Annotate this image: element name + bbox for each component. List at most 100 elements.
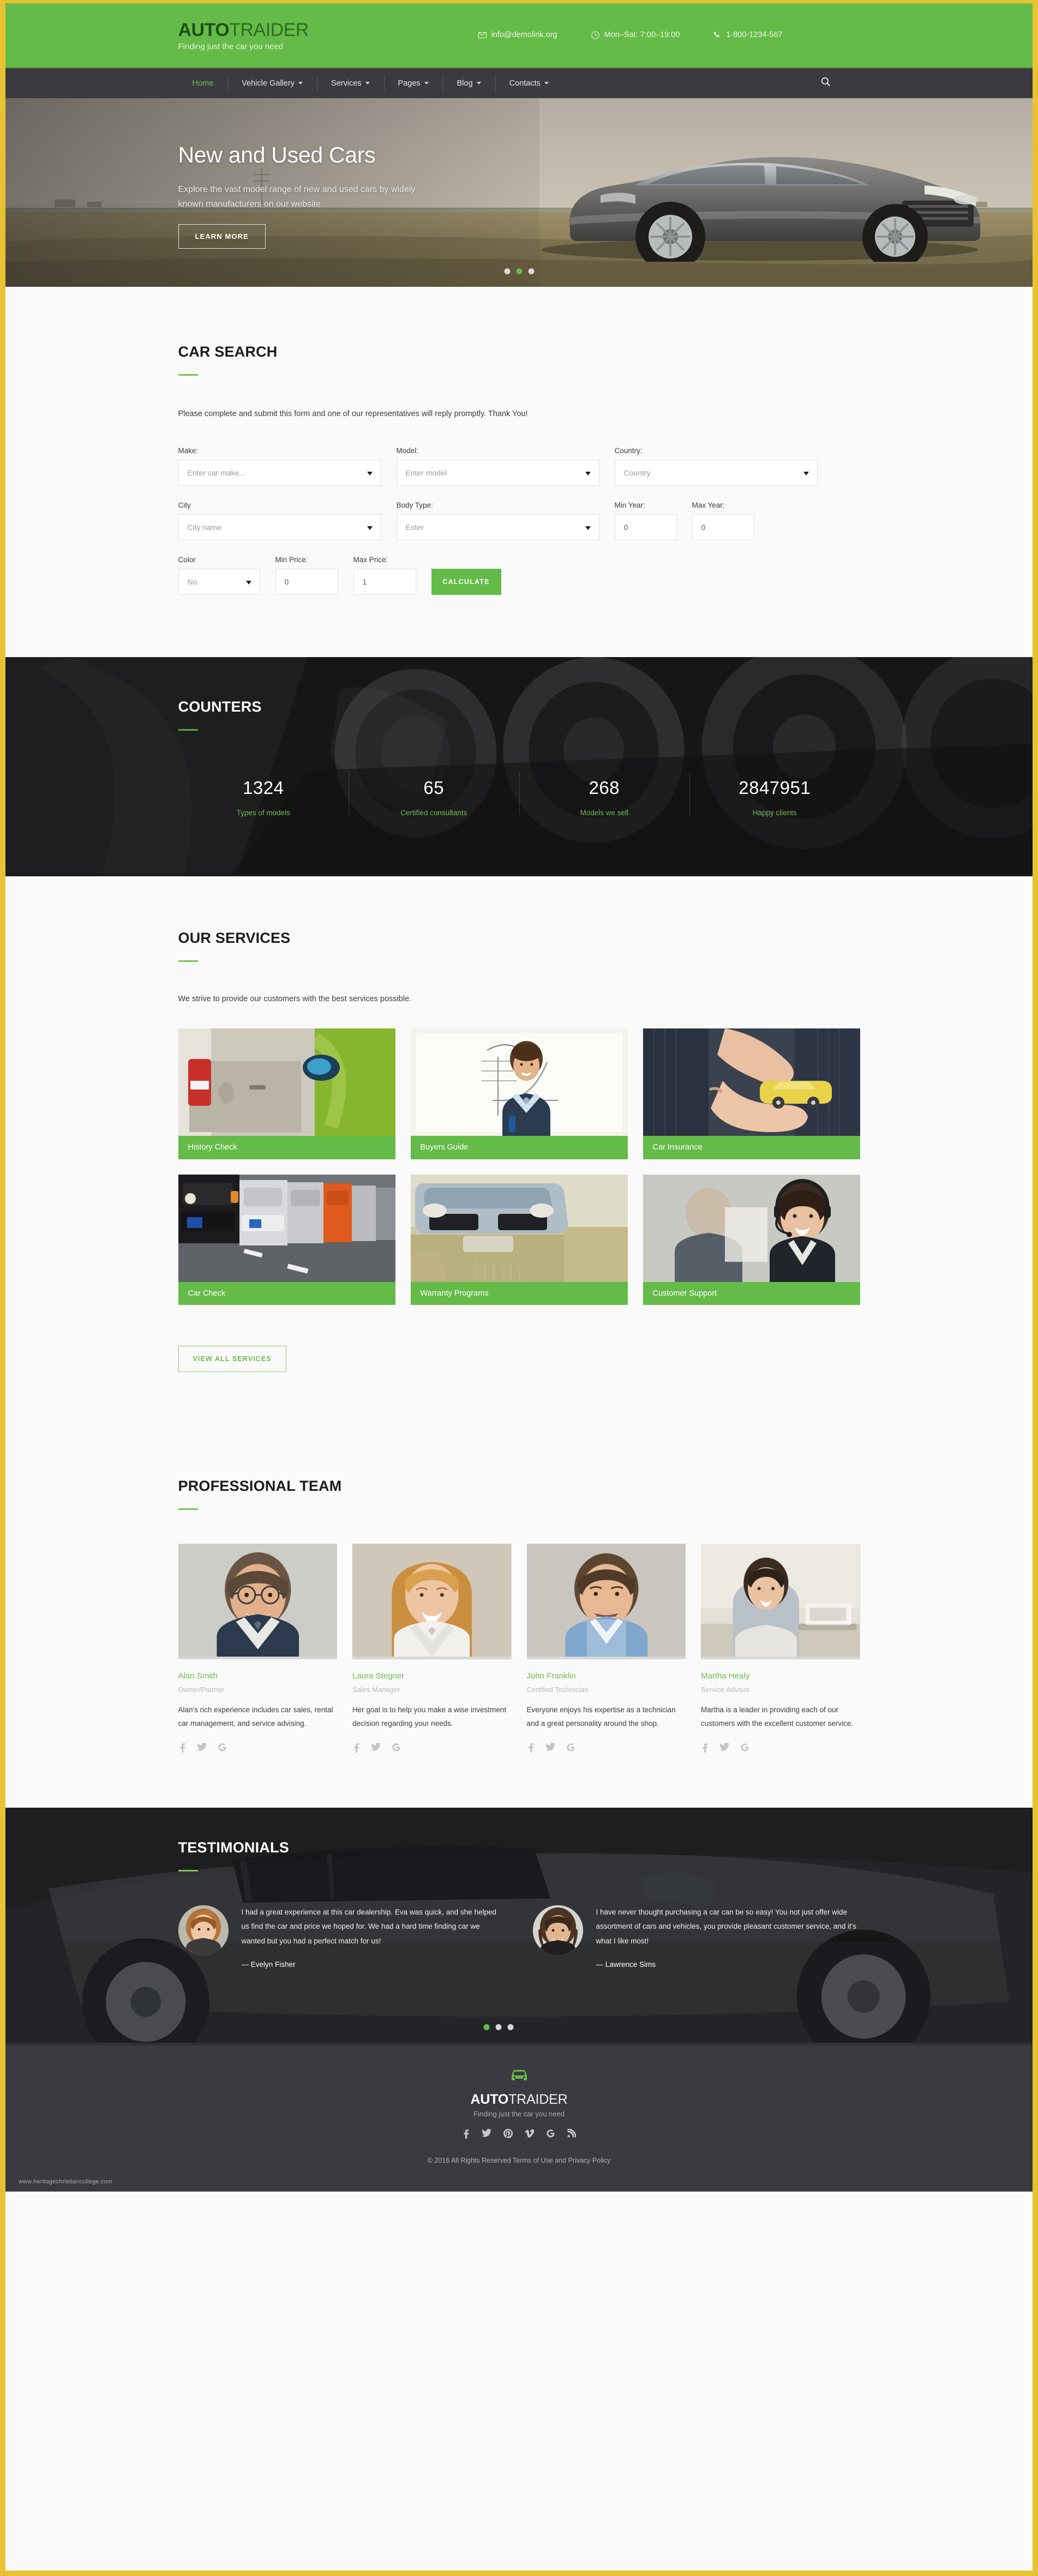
team-member-role: Service Advisor [701,1686,750,1694]
view-all-services-button[interactable]: VIEW ALL SERVICES [178,1346,286,1372]
nav-search-button[interactable] [821,77,860,89]
nav-item-contacts[interactable]: Contacts [495,68,563,98]
body-type-value: Enter [405,523,424,532]
model-select[interactable]: Enter model [396,460,599,486]
facebook-icon[interactable] [352,1743,360,1755]
facebook-icon[interactable] [527,1743,535,1755]
nav-item-text: Blog [457,79,473,88]
field-min-year: Min Year: 0 [614,501,677,540]
footer-brand-name: AUTOTRAIDER [5,2092,1033,2108]
twitter-icon[interactable] [719,1742,729,1755]
label-country: Country: [614,447,643,455]
twitter-icon[interactable] [545,1742,555,1755]
nav-item-home[interactable]: Home [178,68,228,98]
services-title: OUR SERVICES [178,930,291,946]
service-card[interactable]: History Check [178,1028,395,1159]
nav-link-label[interactable]: Contacts [509,79,549,88]
country-select[interactable]: Country [614,460,818,486]
slider-dot-1[interactable] [504,268,510,274]
header-contacts: info@demolink.org Mon–Sat: 7:00–19:00 1-… [478,31,783,39]
slider-dot-1[interactable] [483,2024,490,2030]
pinterest-icon[interactable] [503,2128,513,2141]
google-plus-icon[interactable] [546,2129,555,2141]
nav-item-services[interactable]: Services [316,68,384,98]
team-member-social [701,1742,860,1755]
field-country: Country: Country [614,447,818,486]
facebook-icon[interactable] [178,1743,186,1755]
slider-dot-2[interactable] [495,2024,502,2030]
slider-dot-3[interactable] [528,268,534,274]
field-min-price: Min Price: 0 [275,556,338,595]
testimonial-avatar [178,1905,229,1955]
max-price-input[interactable]: 1 [353,569,416,595]
footer-tagline: Finding just the car you need [473,2109,565,2118]
phone-icon [713,31,721,39]
service-card-caption: Car Insurance [643,1136,860,1159]
header-email[interactable]: info@demolink.org [478,31,557,39]
slider-dot-3[interactable] [507,2024,514,2030]
city-select[interactable]: City name [178,514,381,540]
max-year-input[interactable]: 0 [692,514,754,540]
nav-link-label[interactable]: Vehicle Gallery [242,79,303,88]
hero-learn-more-button[interactable]: LEARN MORE [178,224,266,249]
hero-subtitle: Explore the vast model range of new and … [178,185,416,209]
nav-item-pages[interactable]: Pages [383,68,443,98]
footer-copyright: © 2016 All Rights Reserved Terms of Use … [427,2156,611,2164]
chevron-down-icon [365,82,370,85]
chevron-down-icon [476,82,481,85]
nav-link-label[interactable]: Pages [398,79,429,88]
min-price-input[interactable]: 0 [275,569,338,595]
facebook-icon[interactable] [462,2129,470,2141]
google-plus-icon[interactable] [218,1743,227,1755]
header-email-text: info@demolink.org [491,31,557,39]
google-plus-icon[interactable] [392,1743,401,1755]
make-select[interactable]: Enter car make... [178,460,381,486]
min-year-input[interactable]: 0 [614,514,677,540]
field-model: Model: Enter model [396,447,599,486]
service-card[interactable]: Buyers Guide [410,1028,628,1159]
car-search-section: CAR SEARCH Please complete and submit th… [5,287,1033,657]
service-card[interactable]: Car Check [178,1174,395,1305]
header-hours-text: Mon–Sat: 7:00–19:00 [604,31,680,39]
testimonial-author: — Evelyn Fisher [241,1960,296,1969]
testimonials-slider-dots[interactable] [483,2024,514,2030]
nav-link-label[interactable]: Services [331,79,370,88]
service-card[interactable]: Warranty Programs [410,1174,628,1305]
service-card-caption: Customer Support [643,1281,860,1305]
testimonial-item: I had a great experience at this car dea… [178,1905,506,1969]
label-color: Color [178,556,196,564]
header-phone[interactable]: 1-800-1234-567 [713,31,783,39]
nav-item-vehicle-gallery[interactable]: Vehicle Gallery [227,68,317,98]
testimonial-avatar [532,1905,583,1955]
body-type-select[interactable]: Enter [396,514,599,540]
rss-icon[interactable] [567,2128,577,2141]
facebook-icon[interactable] [701,1743,709,1755]
nav-link-label[interactable]: Home [193,79,214,88]
counter-item: 1324 Types of models [178,778,349,817]
chevron-down-icon [298,82,303,85]
color-select[interactable]: No [178,569,260,595]
vimeo-icon[interactable] [525,2129,535,2141]
testimonials-section: TESTIMONIALS I had a great experience at… [5,1807,1033,2045]
service-card[interactable]: Customer Support [643,1174,860,1305]
team-member-name: Alan Smith [178,1671,218,1681]
service-card[interactable]: Car Insurance [643,1028,860,1159]
twitter-icon[interactable] [196,1742,207,1755]
hero-slider-dots[interactable] [504,268,534,274]
nav-item-blog[interactable]: Blog [442,68,495,98]
service-card-image [643,1028,860,1136]
google-plus-icon[interactable] [740,1743,749,1755]
brand-logo[interactable]: AUTOTRAIDER Finding just the car you nee… [178,19,407,51]
nav-link-label[interactable]: Blog [457,79,481,88]
label-min-year: Min Year: [614,501,645,509]
calculate-button[interactable]: CALCULATE [431,569,501,595]
services-section: OUR SERVICES We strive to provide our cu… [5,876,1033,1431]
twitter-icon[interactable] [482,2128,491,2141]
clock-icon [591,31,599,39]
slider-dot-2[interactable] [516,268,522,274]
google-plus-icon[interactable] [566,1743,575,1755]
testimonials-list: I had a great experience at this car dea… [178,1905,860,1969]
section-divider [178,374,198,376]
team-member-name: John Franklin [526,1671,576,1681]
twitter-icon[interactable] [371,1742,381,1755]
